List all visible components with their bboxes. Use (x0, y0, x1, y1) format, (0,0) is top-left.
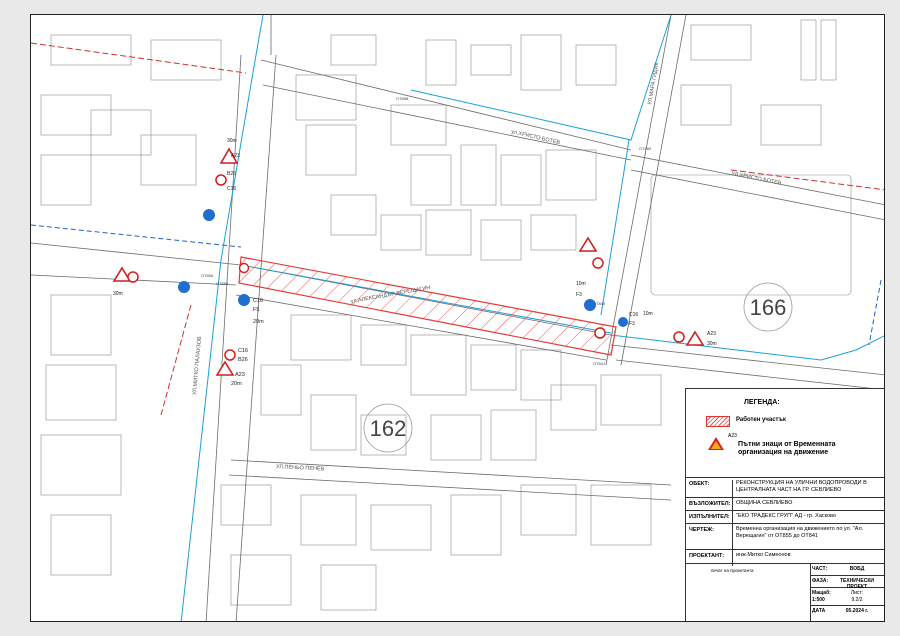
block-label-166: 166 (750, 295, 787, 320)
row-drawing: ЧЕРТЕЖ: Временна организация на движение… (686, 523, 884, 552)
legend-work-area: Работен участък (736, 417, 786, 423)
speed-limit-icon-center (224, 349, 236, 361)
turn-sign-icon-east-b (618, 317, 628, 327)
sheet-label: Лист: (850, 590, 864, 596)
date-label: ДАТА (812, 608, 826, 614)
sign-code-b26: B26 (227, 171, 236, 177)
part-label: ЧАСТ: (812, 566, 828, 572)
drawing-label: ЧЕРТЕЖ: (689, 527, 714, 533)
sign-code-c16-east: C16 (629, 312, 638, 318)
scale-value: 1:500 (812, 597, 825, 603)
no-entry-icon (238, 262, 250, 274)
sign-dist-20: 20m (253, 319, 264, 325)
sign-code-f3-east: F3 (629, 321, 635, 327)
sign-code-f3: F3 (576, 292, 582, 298)
designer-label: ПРОЕКТАНТ: (689, 553, 725, 559)
sign-code-a23-center: A23 (235, 372, 245, 378)
sign-dist-30: 30m (227, 138, 237, 144)
street-code-ot858: OT858 (396, 96, 409, 101)
sign-code-f5: F5 (253, 307, 259, 313)
legend-sign-code: A23 (728, 433, 737, 439)
work-area-swatch (706, 416, 730, 427)
direction-sign-icon-west (178, 281, 190, 293)
legend-signs-label: Пътни знаци от Временната организация на… (738, 441, 836, 456)
warning-sign-icon-west (112, 266, 132, 282)
regulation-lines-blue (31, 224, 882, 346)
warning-sign-icon-east (578, 236, 598, 252)
row-designer: ПРОЕКТАНТ: инж.Митко Симеонов (686, 549, 884, 566)
scale-label: Мащаб: (812, 590, 831, 596)
cell-part: ЧАСТ: ВОБД (810, 564, 884, 576)
speed-limit-icon (215, 174, 227, 186)
work-zone (238, 256, 617, 356)
direction-sign-icon (203, 209, 215, 221)
cell-scale: Мащаб: 1:500 Лист: 9.2/2 (810, 588, 884, 606)
block-162: 162 (363, 403, 413, 453)
street-hristo-botev-b: УЛ.ХРИСТО БОТЕВ (731, 171, 783, 187)
cell-date: ДАТА 05.2024 г. (810, 606, 884, 621)
sign-code-c16-center-b: C16 (238, 348, 248, 354)
stamp-box: печат на проектанта (686, 564, 811, 621)
sign-dist-10: 10m (576, 281, 586, 287)
row-contractor: ИЗПЪЛНИТЕЛ: "ЕКО ТРАДЕКС ГРУП" АД - гр. … (686, 510, 884, 526)
sign-dist-30-east: 30m (707, 341, 717, 347)
block-label-162: 162 (370, 416, 407, 441)
regulation-lines (31, 42, 884, 416)
street-penyo-penev: УЛ.ПЕНЬО ПЕНЕВ (276, 464, 325, 473)
sign-code-c16: C16 (227, 186, 236, 192)
sign-code-b26-center: B26 (238, 357, 248, 363)
stamp-label: печат на проектанта (711, 568, 754, 573)
street-code-ot856: OT856 (201, 273, 214, 278)
legend-title: ЛЕГЕНДА: (744, 399, 780, 406)
sign-code-c16-center: C16 (253, 298, 263, 304)
speed-limit-icon-west (127, 271, 139, 283)
sign-code-a23: A23 (231, 153, 240, 159)
phase-label: ФАЗА: (812, 578, 829, 584)
sign-dist-10-east: 10m (643, 311, 653, 317)
street-code-ot859: OT859 (639, 146, 652, 151)
legend-warning-inner (711, 441, 721, 449)
drawing-sheet: 162 166 ул.ХРИСТО БОТЕВ УЛ.ХРИСТО БОТЕВ … (30, 14, 885, 622)
cell-phase: ФАЗА: ТЕХНИЧЕСКИ ПРОЕКТ (810, 576, 884, 590)
no-entry-icon-east (594, 327, 606, 339)
object-label: ОБЕКТ: (689, 481, 710, 487)
street-mitko-palauzov: УЛ.МИТКО ПАЛАУЗОВ (192, 336, 203, 395)
contractor-label: ИЗПЪЛНИТЕЛ: (689, 514, 730, 520)
row-client: ВЪЗЛОЖИТЕЛ: ОБЩИНА СЕВЛИЕВО (686, 497, 884, 513)
sign-group-east: F3 10m C16 F3 10m A23 30m (576, 236, 717, 347)
client-label: ВЪЗЛОЖИТЕЛ: (689, 501, 731, 507)
sheet-value: 9.2/2 (851, 597, 863, 603)
street-code-ot841: OT841 (593, 361, 606, 366)
bypass-sign-icon (238, 294, 250, 306)
legend-panel: ЛЕГЕНДА: Работен участък A23 Пътни знаци… (685, 388, 884, 621)
date-value: 05.2024 г. (845, 608, 869, 614)
part-value: ВОБД (849, 566, 865, 572)
speed-limit-icon-east-b (673, 331, 685, 343)
turn-sign-icon-east (584, 299, 596, 311)
title-stamp-block: печат на проектанта ЧАСТ: ВОБД ФАЗА: ТЕХ… (686, 563, 884, 621)
sign-dist-30-west: 30m (113, 291, 123, 297)
row-object: ОБЕКТ: РЕКОНСТРУКЦИЯ НА УЛИЧНИ ВОДОПРОВО… (686, 477, 884, 500)
speed-limit-icon-east (592, 257, 604, 269)
sign-dist-20-center: 20m (231, 381, 242, 387)
warning-sign-icon-center (215, 360, 235, 376)
warning-sign-icon-east-b (685, 330, 705, 346)
block-166: 166 (743, 282, 793, 332)
street-code-ot855: OT855 (216, 281, 229, 286)
street-hristo-botev-a: ул.ХРИСТО БОТЕВ (511, 129, 561, 146)
sign-code-a23-east: A23 (707, 331, 716, 337)
